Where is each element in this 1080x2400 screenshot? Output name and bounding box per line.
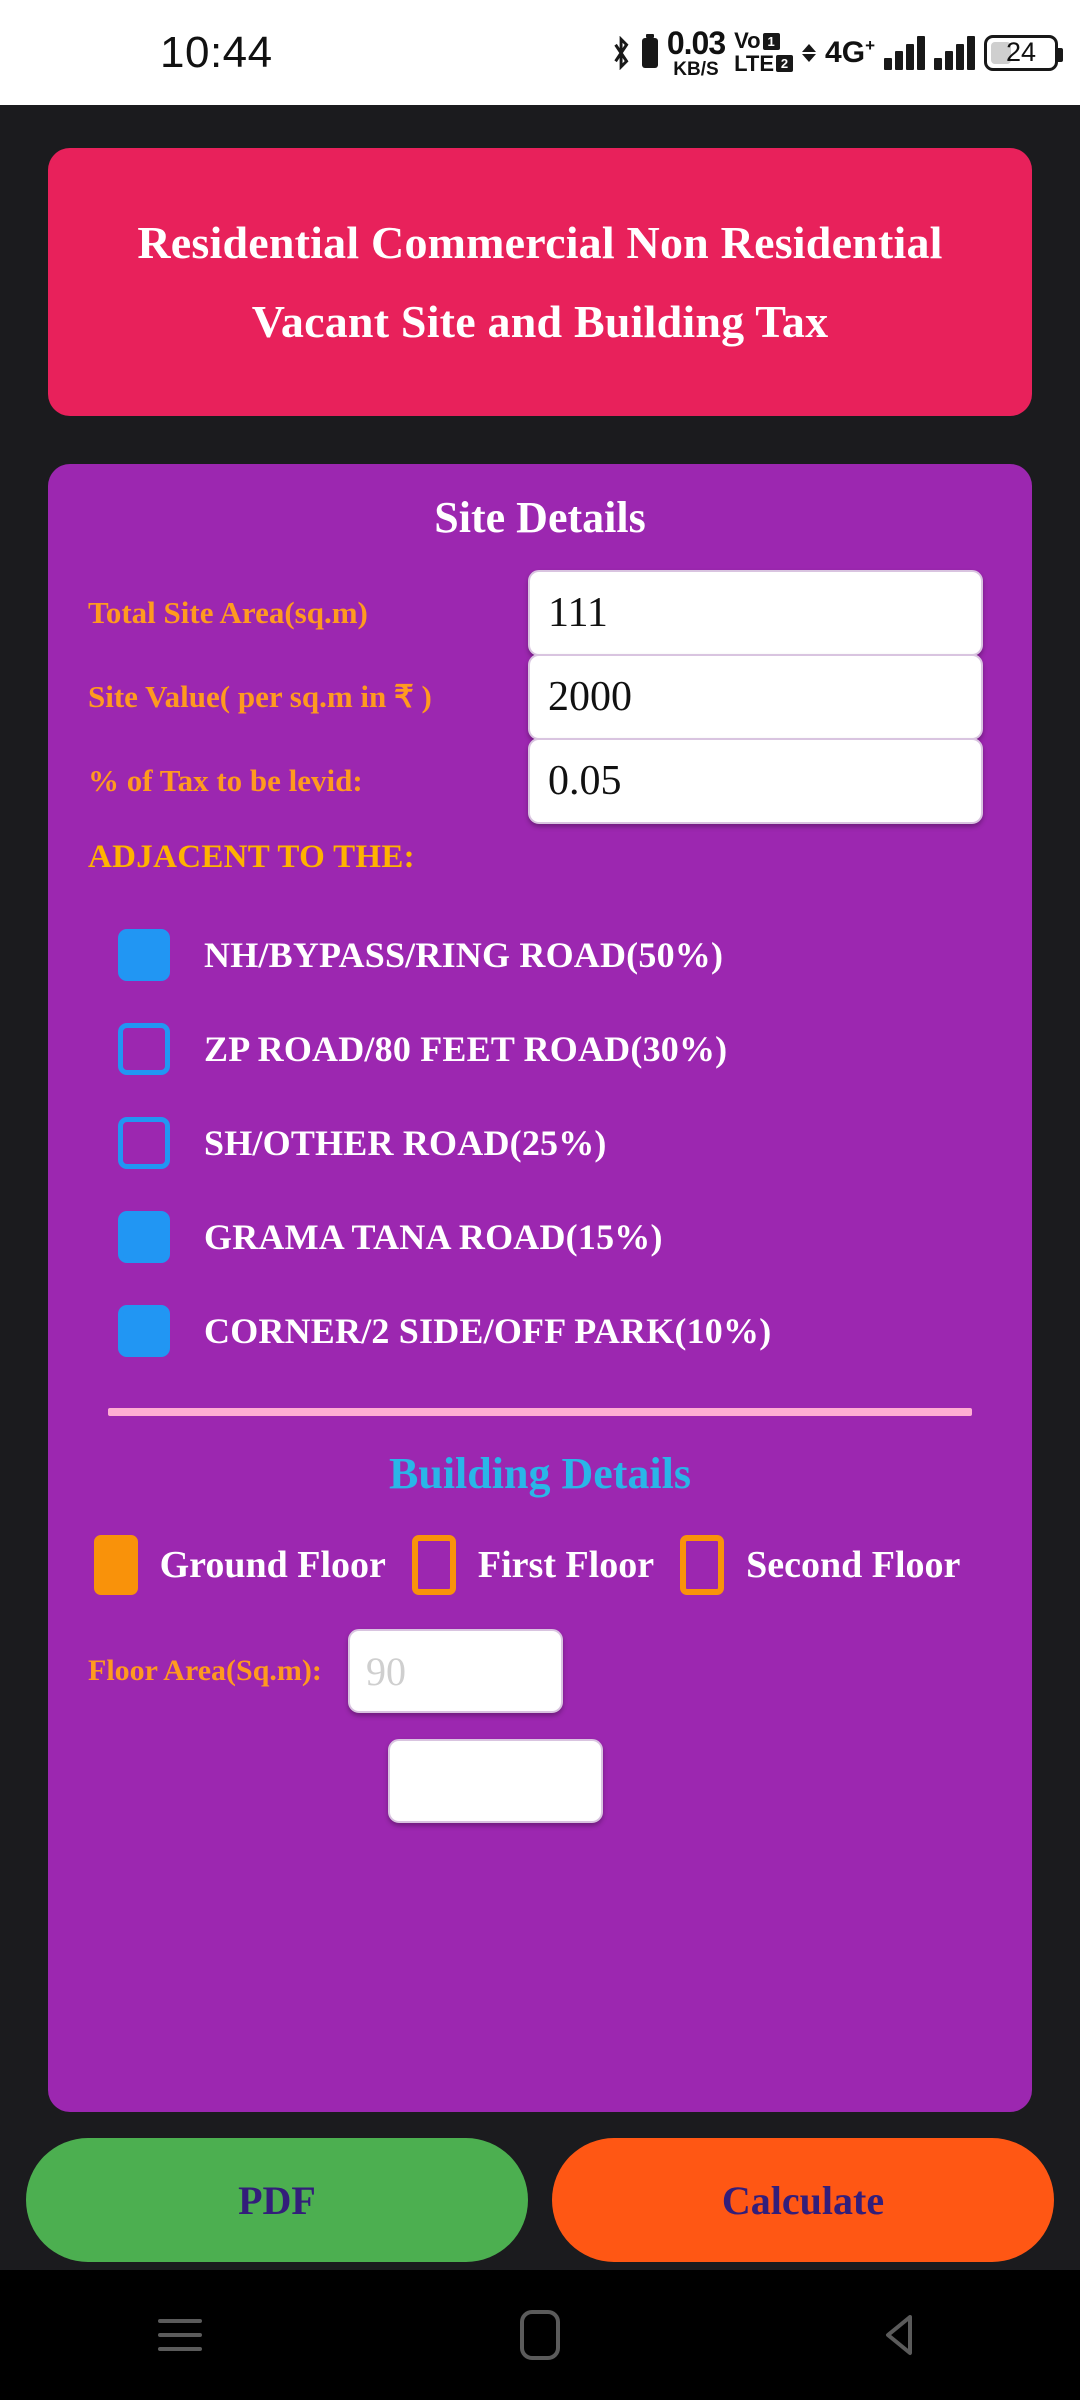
floor-label: First Floor	[477, 1544, 655, 1586]
status-bar: 10:44 0.03 KB/S Vo 1 LTE 2 4G+ 24	[0, 0, 1080, 105]
battery-icon: 24	[984, 34, 1063, 71]
checkbox-row[interactable]: NH/BYPASS/RING ROAD(50%)	[48, 908, 1032, 1002]
checkbox-ground-floor[interactable]	[93, 1535, 138, 1595]
network-speed-value: 0.03	[666, 24, 726, 61]
label-site-value: Site Value( per sq.m in ₹ )	[88, 679, 432, 714]
volte-label-bottom: LTE	[734, 50, 775, 76]
checkbox-grama-tana-road[interactable]	[118, 1211, 170, 1263]
input-site-value[interactable]: 2000	[528, 654, 983, 740]
data-transfer-icon	[802, 43, 817, 62]
volte-label-top: Vo	[734, 28, 761, 54]
back-button[interactable]	[840, 2290, 960, 2380]
floor-area-row: Floor Area(Sq.m): 90	[48, 1629, 1032, 1713]
pdf-button[interactable]: PDF	[26, 2138, 528, 2262]
checkbox-row[interactable]: ZP ROAD/80 FEET ROAD(30%)	[48, 1002, 1032, 1096]
page-header-card: Residential Commercial Non Residential V…	[48, 148, 1032, 416]
checkbox-label: CORNER/2 SIDE/OFF PARK(10%)	[204, 1311, 772, 1351]
checkbox-label: SH/OTHER ROAD(25%)	[204, 1123, 607, 1163]
checkbox-label: ZP ROAD/80 FEET ROAD(30%)	[204, 1029, 728, 1069]
checkbox-row[interactable]: CORNER/2 SIDE/OFF PARK(10%)	[48, 1284, 1032, 1378]
network-type-label: 4G+	[825, 35, 875, 69]
field-row-total-site-area: Total Site Area(sq.m) 111	[48, 565, 1032, 661]
volte-indicator: Vo 1 LTE 2	[734, 28, 794, 76]
checkbox-label: NH/BYPASS/RING ROAD(50%)	[204, 935, 724, 975]
building-details-title: Building Details	[389, 1449, 691, 1498]
recents-icon	[158, 2319, 202, 2351]
checkbox-row[interactable]: SH/OTHER ROAD(25%)	[48, 1096, 1032, 1190]
checkbox-sh-other-road[interactable]	[118, 1117, 170, 1169]
checkbox-first-floor[interactable]	[411, 1535, 456, 1595]
floor-label: Second Floor	[746, 1544, 961, 1586]
checkbox-corner-2-side-off-park[interactable]	[118, 1305, 170, 1357]
network-speed-unit: KB/S	[673, 58, 719, 80]
floor-label: Ground Floor	[159, 1544, 386, 1586]
checkbox-label: GRAMA TANA ROAD(15%)	[204, 1217, 663, 1257]
input-tax-percent[interactable]: 0.05	[528, 738, 983, 824]
floor-item-first[interactable]: First Floor	[411, 1535, 680, 1595]
input-total-site-area[interactable]: 111	[528, 570, 983, 656]
site-details-title: Site Details	[434, 493, 646, 542]
floor-item-second[interactable]: Second Floor	[680, 1535, 986, 1595]
sim1-badge: 1	[762, 32, 780, 50]
adjacent-heading: ADJACENT TO THE:	[88, 839, 415, 875]
label-floor-area: Floor Area(Sq.m):	[88, 1654, 322, 1687]
network-speed: 0.03 KB/S	[666, 24, 726, 80]
label-tax-percent: % of Tax to be levid:	[88, 763, 363, 798]
adjacent-checkbox-list: NH/BYPASS/RING ROAD(50%) ZP ROAD/80 FEET…	[48, 908, 1032, 1378]
back-icon	[886, 2315, 912, 2355]
android-navigation-bar	[0, 2270, 1080, 2400]
field-row-site-value: Site Value( per sq.m in ₹ ) 2000	[48, 649, 1032, 745]
checkbox-row[interactable]: GRAMA TANA ROAD(15%)	[48, 1190, 1032, 1284]
page-title: Residential Commercial Non Residential V…	[137, 216, 943, 347]
phone-screen: 10:44 0.03 KB/S Vo 1 LTE 2 4G+ 24 Reside…	[0, 0, 1080, 2400]
checkbox-nh-bypass-ring-road[interactable]	[118, 929, 170, 981]
input-floor-area[interactable]: 90	[348, 1629, 563, 1713]
checkbox-second-floor[interactable]	[680, 1535, 725, 1595]
bluetooth-icon	[614, 35, 629, 70]
field-row-tax-percent: % of Tax to be levid: 0.05	[48, 733, 1032, 829]
label-total-site-area: Total Site Area(sq.m)	[88, 595, 368, 630]
signal-icon	[884, 35, 925, 70]
input-floor-area-next[interactable]	[388, 1739, 603, 1823]
status-time: 10:44	[160, 27, 273, 77]
battery-icon	[641, 33, 658, 68]
battery-level: 24	[1005, 37, 1037, 67]
floor-checkbox-row: Ground Floor First Floor Second Floor	[48, 1535, 1032, 1595]
home-button[interactable]	[480, 2290, 600, 2380]
sim2-badge: 2	[776, 55, 794, 73]
calculate-button[interactable]: Calculate	[552, 2138, 1054, 2262]
recents-button[interactable]	[120, 2290, 240, 2380]
signal-icon	[934, 35, 975, 70]
floor-item-ground[interactable]: Ground Floor	[93, 1535, 412, 1595]
home-icon	[520, 2310, 560, 2360]
form-card: Site Details Total Site Area(sq.m) 111 S…	[48, 464, 1032, 2112]
checkbox-zp-road-80-feet-road[interactable]	[118, 1023, 170, 1075]
section-divider	[108, 1408, 972, 1416]
status-icons: 0.03 KB/S Vo 1 LTE 2 4G+ 24	[611, 24, 1063, 80]
action-button-bar: PDF Calculate	[0, 2130, 1080, 2270]
